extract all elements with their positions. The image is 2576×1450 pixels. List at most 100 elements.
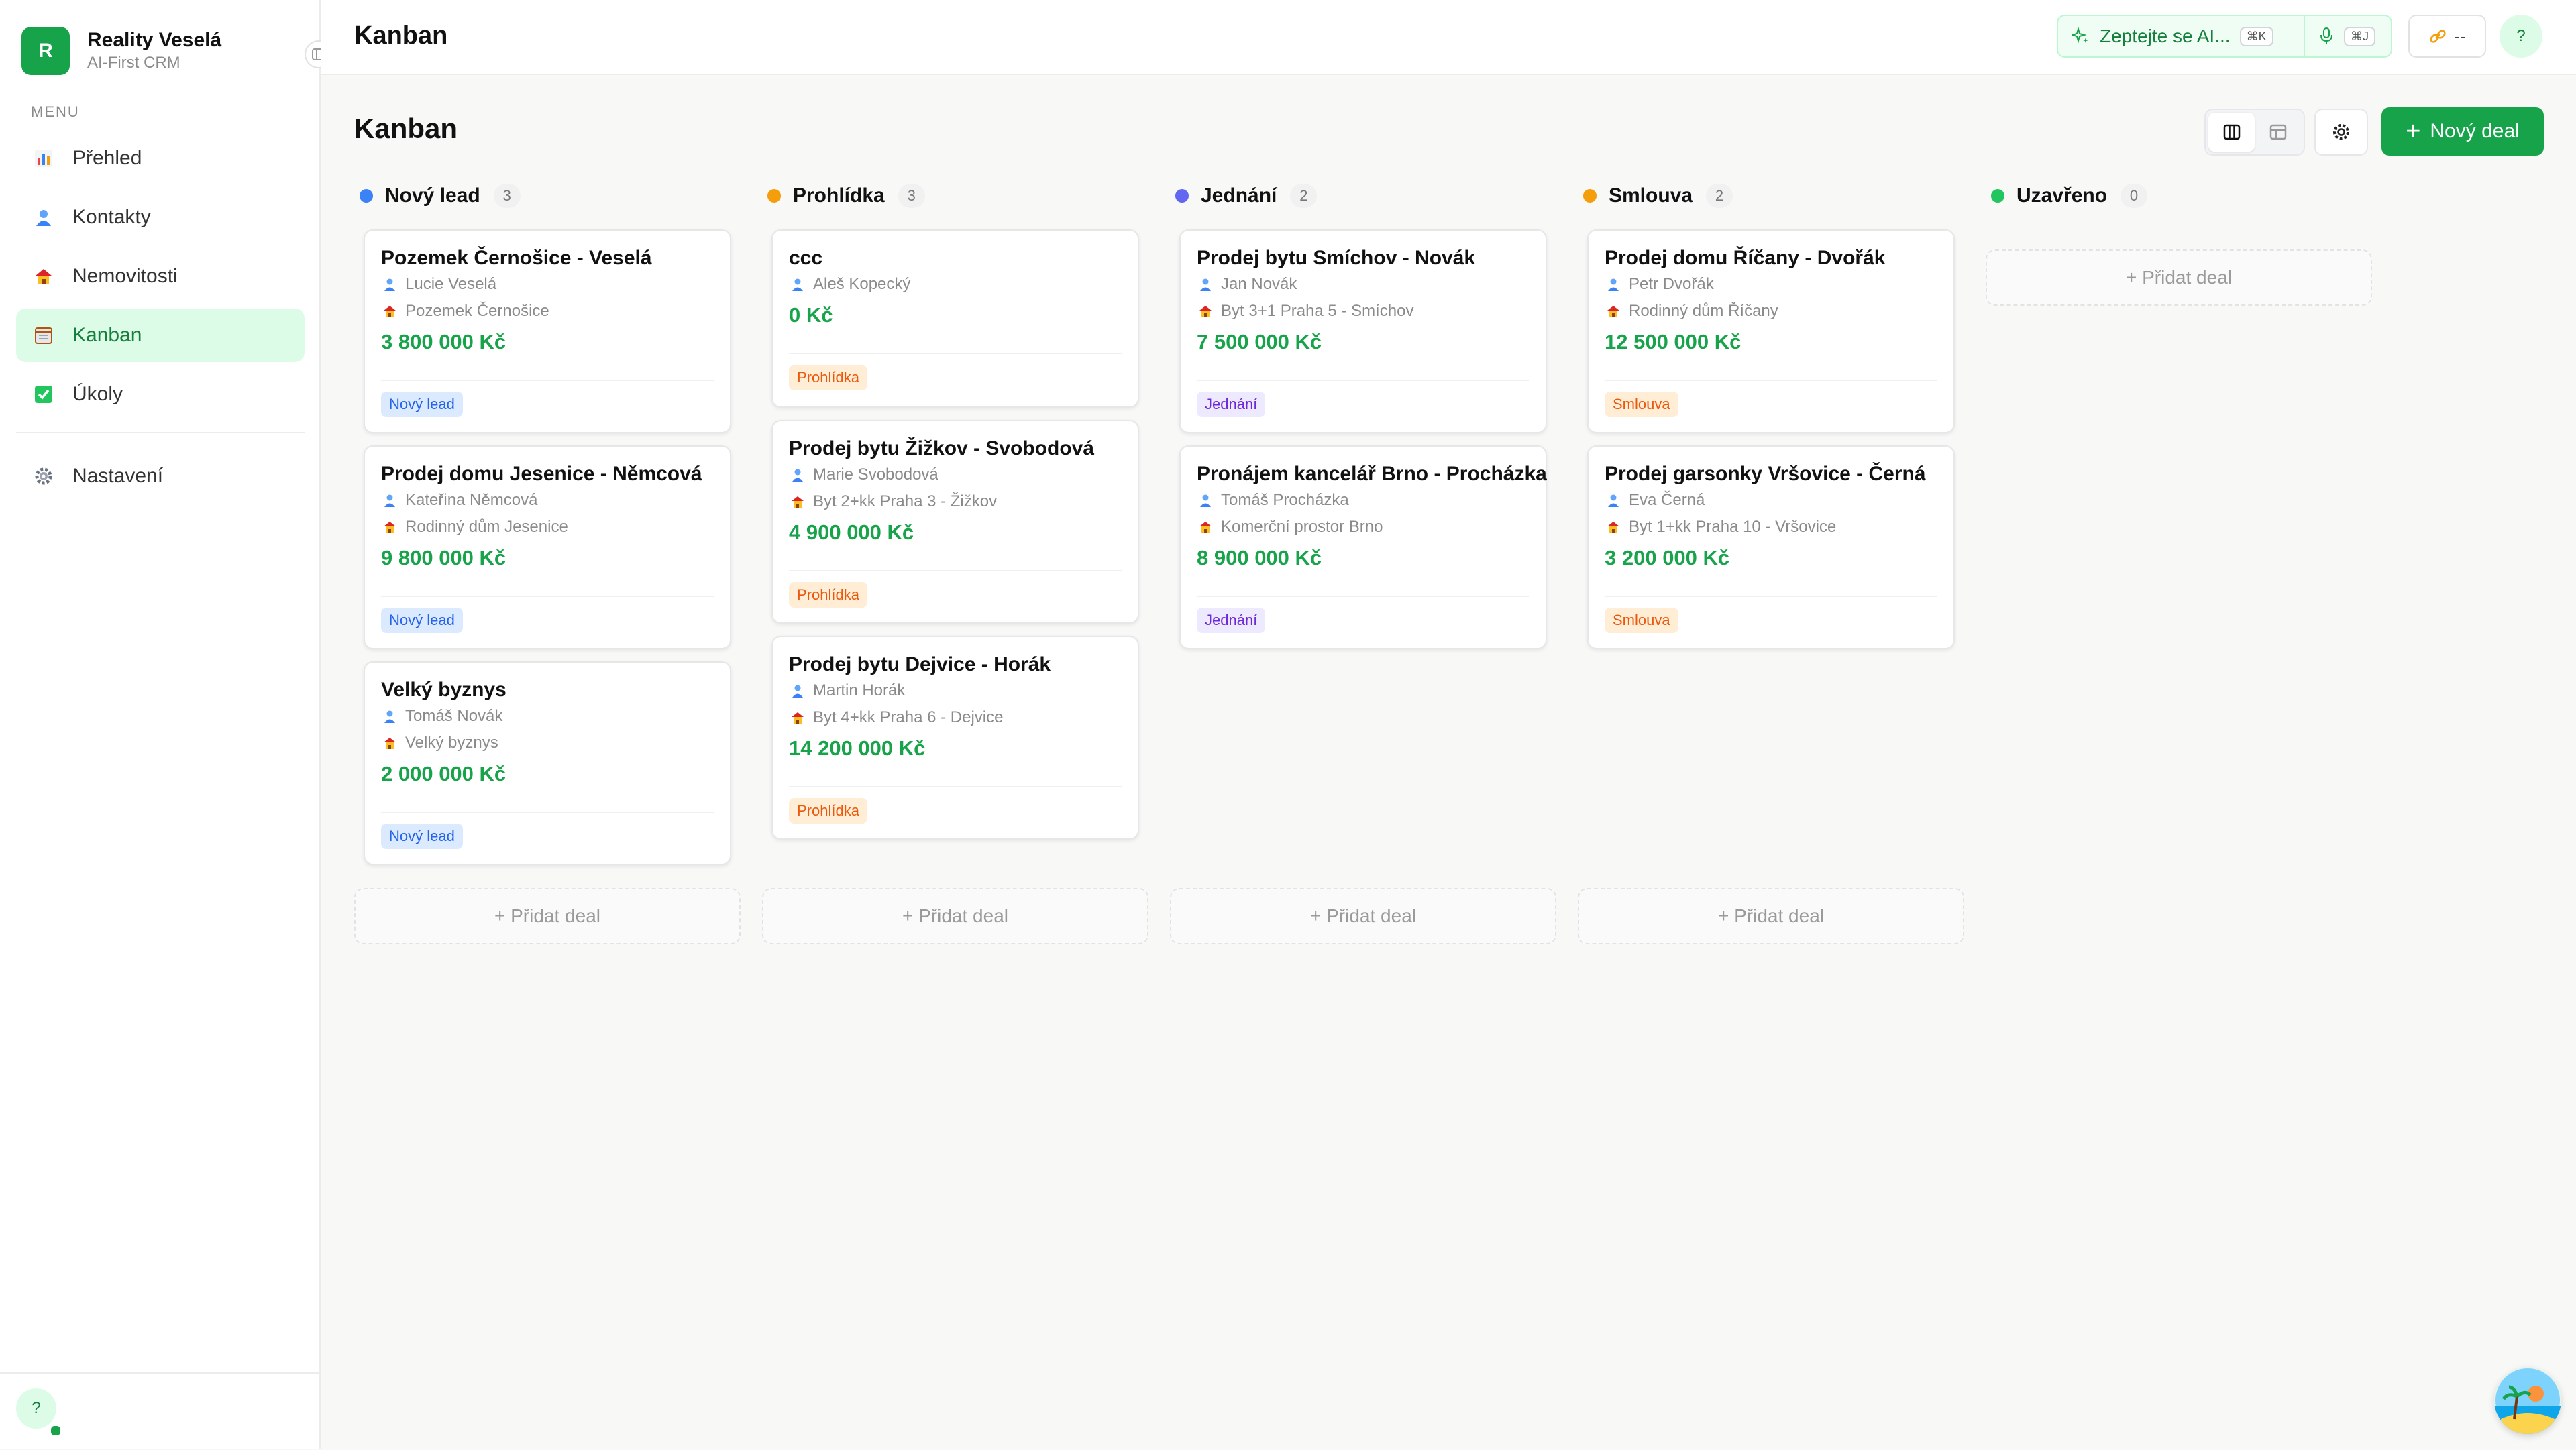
add-deal-button-novy-lead[interactable]: + Přidat deal xyxy=(354,888,741,944)
house-icon xyxy=(32,265,55,288)
stage-badge: Prohlídka xyxy=(789,365,867,390)
deal-value: 0 Kč xyxy=(789,303,833,327)
card-divider xyxy=(1197,380,1529,381)
help-button[interactable]: ? xyxy=(16,1388,56,1429)
deal-contact-name: Lucie Veselá xyxy=(405,275,497,293)
sidebar-item-nemovitosti[interactable]: Nemovitosti xyxy=(16,249,305,303)
kanban-view-button[interactable] xyxy=(2208,113,2255,152)
deal-title: Prodej bytu Dejvice - Horák xyxy=(789,653,1051,675)
deal-card[interactable]: Prodej garsonky Vršovice - Černá Eva Čer… xyxy=(1587,445,1955,649)
deal-value: 7 500 000 Kč xyxy=(1197,330,1322,353)
topbar: Kanban Zeptejte se AI... ⌘K ⌘J -- ? xyxy=(321,0,2576,75)
deal-property: Velký byznys xyxy=(381,730,714,757)
deal-title: Prodej domu Říčany - Dvořák xyxy=(1605,247,1886,269)
deal-card[interactable]: Prodej bytu Žižkov - Svobodová Marie Svo… xyxy=(771,420,1139,624)
deal-contact-name: Marie Svobodová xyxy=(813,465,938,484)
integration-status-button[interactable]: -- xyxy=(2408,15,2486,58)
deal-card[interactable]: Velký byznys Tomáš Novák Velký byznys 2 … xyxy=(364,661,731,865)
deal-contact: Tomáš Novák xyxy=(381,703,714,730)
deal-card[interactable]: Prodej bytu Smíchov - Novák Jan Novák By… xyxy=(1179,229,1547,433)
deal-contact: Petr Dvořák xyxy=(1605,271,1937,298)
sidebar-item-ukoly[interactable]: Úkoly xyxy=(16,368,305,421)
column-count: 2 xyxy=(1290,184,1318,208)
beach-avatar-icon xyxy=(2494,1368,2561,1434)
deal-property-name: Pozemek Černošice xyxy=(405,302,549,320)
brand[interactable]: R Reality Veselá AI-First CRM xyxy=(21,27,221,75)
deal-property: Pozemek Černošice xyxy=(381,298,714,325)
deal-property-name: Rodinný dům Jesenice xyxy=(405,518,568,536)
column-header: Prohlídka 3 xyxy=(762,180,1148,212)
column-header: Jednání 2 xyxy=(1170,180,1556,212)
column-header: Smlouva 2 xyxy=(1578,180,1964,212)
board-settings-button[interactable] xyxy=(2314,109,2368,156)
house-icon xyxy=(381,302,398,320)
deal-contact: Tomáš Procházka xyxy=(1197,487,1529,514)
deal-title: Prodej garsonky Vršovice - Černá xyxy=(1605,463,1926,485)
deal-property-name: Rodinný dům Říčany xyxy=(1629,302,1778,320)
deal-title: Prodej domu Jesenice - Němcová xyxy=(381,463,702,485)
ai-shortcut: ⌘K xyxy=(2239,26,2273,46)
column-count: 0 xyxy=(2121,184,2148,208)
stage-badge: Jednání xyxy=(1197,392,1266,417)
deal-card[interactable]: Pozemek Černošice - Veselá Lucie Veselá … xyxy=(364,229,731,433)
column-color-dot xyxy=(360,189,373,203)
deal-card[interactable]: Prodej domu Říčany - Dvořák Petr Dvořák … xyxy=(1587,229,1955,433)
deal-property: Byt 3+1 Praha 5 - Smíchov xyxy=(1197,298,1529,325)
column-cards: ccc Aleš Kopecký 0 Kč Prohlídka Prodej b… xyxy=(771,229,1139,852)
stage-badge: Jednání xyxy=(1197,608,1266,633)
column-color-dot xyxy=(1991,189,2004,203)
person-icon xyxy=(789,682,806,700)
topbar-help-button[interactable]: ? xyxy=(2500,15,2542,58)
add-deal-button-smlouva[interactable]: + Přidat deal xyxy=(1578,888,1964,944)
sidebar-item-prehled[interactable]: Přehled xyxy=(16,131,305,185)
sidebar-item-kanban[interactable]: Kanban xyxy=(16,309,305,362)
house-icon xyxy=(789,709,806,726)
card-divider xyxy=(381,380,714,381)
deal-value: 2 000 000 Kč xyxy=(381,762,506,785)
table-view-button[interactable] xyxy=(2255,113,2301,152)
deal-title: Pozemek Černošice - Veselá xyxy=(381,247,652,269)
sidebar: R Reality Veselá AI-First CRM MENU Přehl… xyxy=(0,0,333,1450)
new-deal-button[interactable]: + Nový deal xyxy=(2381,107,2544,156)
online-status-dot xyxy=(50,1425,62,1437)
deal-property-name: Byt 3+1 Praha 5 - Smíchov xyxy=(1221,302,1414,320)
voice-input-button[interactable]: ⌘J xyxy=(2305,26,2375,46)
person-icon xyxy=(32,206,55,229)
sidebar-item-label: Nemovitosti xyxy=(72,265,178,287)
add-deal-button-uzavreno[interactable]: + Přidat deal xyxy=(1986,249,2372,306)
deal-card[interactable]: Pronájem kancelář Brno - Procházka Tomáš… xyxy=(1179,445,1547,649)
add-deal-button-jednani[interactable]: + Přidat deal xyxy=(1170,888,1556,944)
brand-name: Reality Veselá xyxy=(87,29,222,51)
mic-shortcut: ⌘J xyxy=(2344,26,2375,46)
bar-chart-icon xyxy=(32,147,55,170)
deal-property: Byt 4+kk Praha 6 - Dejvice xyxy=(789,704,1122,731)
person-icon xyxy=(1197,276,1214,293)
deal-contact: Kateřina Němcová xyxy=(381,487,714,514)
deal-property: Byt 1+kk Praha 10 - Vršovice xyxy=(1605,514,1937,541)
deal-card[interactable]: Prodej bytu Dejvice - Horák Martin Horák… xyxy=(771,636,1139,840)
assistant-avatar-button[interactable] xyxy=(2494,1367,2561,1434)
ai-ask-label: Zeptejte se AI... xyxy=(2100,25,2231,46)
column-title: Smlouva xyxy=(1609,184,1693,207)
sidebar-item-kontakty[interactable]: Kontakty xyxy=(16,190,305,244)
deal-contact: Aleš Kopecký xyxy=(789,271,1122,298)
card-divider xyxy=(381,812,714,813)
sidebar-footer: ? xyxy=(0,1372,319,1450)
deal-contact: Jan Novák xyxy=(1197,271,1529,298)
house-icon xyxy=(789,493,806,510)
deal-card[interactable]: ccc Aleš Kopecký 0 Kč Prohlídka xyxy=(771,229,1139,408)
deal-value: 3 200 000 Kč xyxy=(1605,546,1730,569)
deal-property-name: Byt 2+kk Praha 3 - Žižkov xyxy=(813,492,998,510)
sidebar-item-nastaveni[interactable]: Nastavení xyxy=(16,449,305,503)
ai-ask-button[interactable]: Zeptejte se AI... ⌘K xyxy=(2058,16,2305,56)
sidebar-item-label: Nastavení xyxy=(72,465,164,487)
deal-title: Prodej bytu Smíchov - Novák xyxy=(1197,247,1476,269)
card-divider xyxy=(789,570,1122,571)
stage-badge: Nový lead xyxy=(381,608,463,633)
house-icon xyxy=(1605,302,1622,320)
gear-icon xyxy=(2333,124,2349,140)
add-deal-button-prohlidka[interactable]: + Přidat deal xyxy=(762,888,1148,944)
deal-contact: Marie Svobodová xyxy=(789,461,1122,488)
deal-card[interactable]: Prodej domu Jesenice - Němcová Kateřina … xyxy=(364,445,731,649)
menu-heading: MENU xyxy=(31,103,80,120)
